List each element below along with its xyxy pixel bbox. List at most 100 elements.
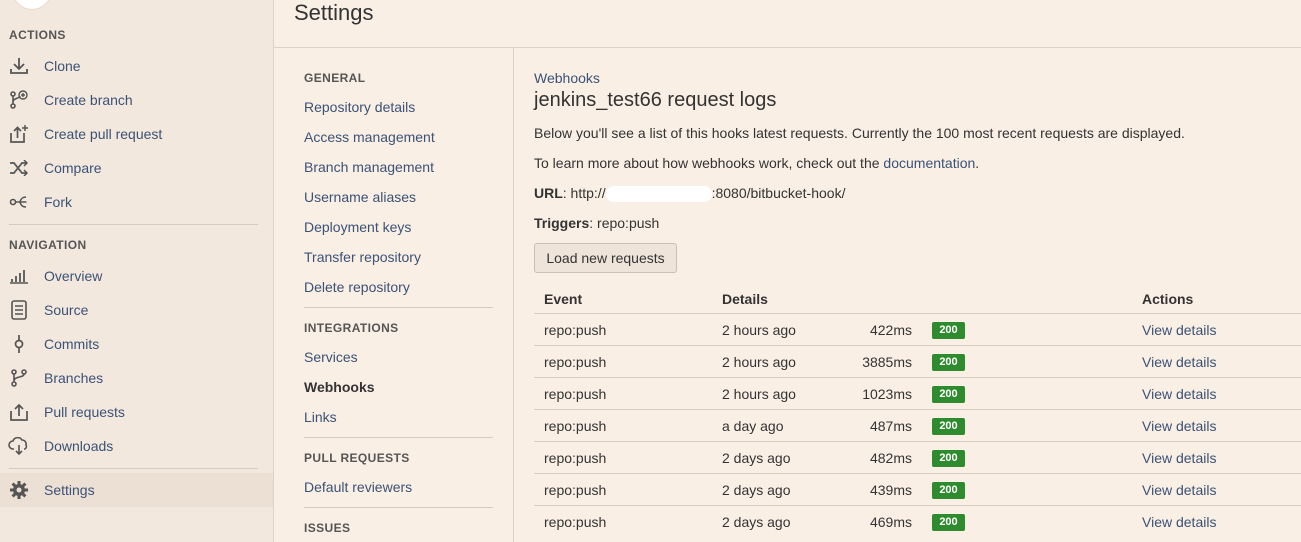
view-details-link[interactable]: View details: [1142, 322, 1216, 338]
settings-nav-username-aliases[interactable]: Username aliases: [304, 189, 416, 205]
view-details-link[interactable]: View details: [1142, 514, 1216, 530]
sidebar-item-overview[interactable]: Overview: [0, 259, 273, 293]
view-details-link[interactable]: View details: [1142, 354, 1216, 370]
documentation-link[interactable]: documentation: [883, 155, 975, 171]
settings-nav-heading-pull-requests: PULL REQUESTS: [304, 451, 410, 465]
learn-more-text: To learn more about how webhooks work, c…: [534, 155, 979, 171]
settings-nav-deployment-keys[interactable]: Deployment keys: [304, 219, 411, 235]
view-details-link[interactable]: View details: [1142, 482, 1216, 498]
view-details-link[interactable]: View details: [1142, 450, 1216, 466]
settings-nav-access-management[interactable]: Access management: [304, 129, 435, 145]
document-icon: [8, 300, 30, 320]
table-row: repo:push 2 days ago 482ms 200 View details: [534, 441, 1301, 473]
fork-icon: [8, 192, 30, 212]
load-new-requests-button[interactable]: Load new requests: [534, 243, 677, 273]
sidebar-item-clone[interactable]: Clone: [0, 49, 273, 83]
column-header-event: Event: [544, 291, 583, 307]
column-header-details: Details: [722, 291, 768, 307]
status-badge: 200: [932, 482, 965, 499]
time-cell: 2 hours ago: [722, 322, 796, 338]
pull-request-icon: [8, 402, 30, 422]
sidebar-item-label: Source: [44, 302, 89, 318]
settings-nav-links[interactable]: Links: [304, 409, 337, 425]
status-badge: 200: [932, 514, 965, 531]
triggers-value: : repo:push: [589, 215, 660, 231]
table-row: repo:push 2 hours ago 422ms 200 View details: [534, 313, 1301, 345]
duration-cell: 422ms: [869, 322, 912, 338]
table-row: repo:push 2 hours ago 3885ms 200 View detail…: [534, 345, 1301, 377]
settings-nav-heading-integrations: INTEGRATIONS: [304, 321, 399, 335]
settings-nav-repository-details[interactable]: Repository details: [304, 99, 415, 115]
cloud-download-icon: [8, 436, 30, 456]
event-cell: repo:push: [544, 386, 607, 402]
sidebar-item-label: Compare: [44, 160, 102, 176]
sidebar-item-compare[interactable]: Compare: [0, 151, 273, 185]
request-logs-title: jenkins_test66 request logs: [534, 89, 777, 111]
settings-nav-delete-repository[interactable]: Delete repository: [304, 279, 410, 295]
triggers-line: Triggers: repo:push: [534, 215, 659, 231]
sidebar-item-source[interactable]: Source: [0, 293, 273, 327]
sidebar-item-label: Clone: [44, 58, 81, 74]
sidebar-item-fork[interactable]: Fork: [0, 185, 273, 219]
sidebar-item-label: Settings: [44, 482, 95, 498]
header-divider: [274, 47, 1301, 48]
sidebar-item-label: Commits: [44, 336, 100, 352]
settings-nav-default-reviewers[interactable]: Default reviewers: [304, 479, 412, 495]
sidebar-item-downloads[interactable]: Downloads: [0, 429, 273, 463]
sidebar-item-create-pull-request[interactable]: Create pull request: [0, 117, 273, 151]
table-row: repo:push 2 hours ago 1023ms 200 View detail…: [534, 377, 1301, 409]
view-details-link[interactable]: View details: [1142, 418, 1216, 434]
duration-cell: 487ms: [869, 418, 912, 434]
breadcrumb-webhooks[interactable]: Webhooks: [534, 70, 600, 86]
settings-nav-divider: [304, 507, 493, 508]
download-icon: [8, 56, 30, 76]
page-title: Settings: [294, 0, 374, 25]
event-cell: repo:push: [544, 482, 607, 498]
settings-nav-transfer-repository[interactable]: Transfer repository: [304, 249, 421, 265]
gear-icon: [8, 480, 30, 500]
upload-plus-icon: [8, 124, 30, 144]
avatar[interactable]: [12, 0, 52, 10]
sidebar-item-label: Create branch: [44, 92, 133, 108]
url-prefix: : http://: [562, 185, 606, 201]
settings-nav-webhooks[interactable]: Webhooks: [304, 379, 375, 395]
settings-nav-heading-general: GENERAL: [304, 71, 366, 85]
sidebar-divider: [9, 468, 258, 469]
sidebar-item-settings[interactable]: Settings: [0, 473, 273, 507]
settings-nav-services[interactable]: Services: [304, 349, 358, 365]
intro-text: Below you'll see a list of this hooks la…: [534, 125, 1185, 141]
status-badge: 200: [932, 450, 965, 467]
status-badge: 200: [932, 354, 965, 371]
sidebar-item-label: Create pull request: [44, 126, 163, 142]
sidebar-item-label: Branches: [44, 370, 104, 386]
duration-cell: 439ms: [869, 482, 912, 498]
learn-more-prefix: To learn more about how webhooks work, c…: [534, 155, 884, 171]
duration-cell: 482ms: [869, 450, 912, 466]
learn-more-suffix: .: [975, 155, 980, 171]
branch-icon: [8, 368, 30, 388]
sidebar-item-commits[interactable]: Commits: [0, 327, 273, 361]
sidebar-divider: [9, 224, 258, 225]
repo-sidebar: ACTIONS Clone Create branch Create pull …: [0, 0, 274, 542]
view-details-link[interactable]: View details: [1142, 386, 1216, 402]
table-row: repo:push 2 days ago 439ms 200 View details: [534, 473, 1301, 505]
event-cell: repo:push: [544, 322, 607, 338]
duration-cell: 3885ms: [862, 354, 912, 370]
table-row: repo:push a day ago 487ms 200 View details: [534, 409, 1301, 441]
event-cell: repo:push: [544, 418, 607, 434]
triggers-label: Triggers: [534, 215, 590, 231]
sidebar-item-branches[interactable]: Branches: [0, 361, 273, 395]
sidebar-item-pull-requests[interactable]: Pull requests: [0, 395, 273, 429]
sidebar-item-label: Pull requests: [44, 404, 125, 420]
time-cell: a day ago: [722, 418, 784, 434]
event-cell: repo:push: [544, 450, 607, 466]
sidebar-item-create-branch[interactable]: Create branch: [0, 83, 273, 117]
bar-chart-icon: [8, 266, 30, 286]
settings-nav-branch-management[interactable]: Branch management: [304, 159, 434, 175]
column-header-actions: Actions: [1142, 291, 1194, 307]
event-cell: repo:push: [544, 514, 607, 530]
actions-heading: ACTIONS: [9, 28, 66, 42]
time-cell: 2 days ago: [722, 450, 791, 466]
sidebar-item-label: Downloads: [44, 438, 114, 454]
time-cell: 2 days ago: [722, 514, 791, 530]
